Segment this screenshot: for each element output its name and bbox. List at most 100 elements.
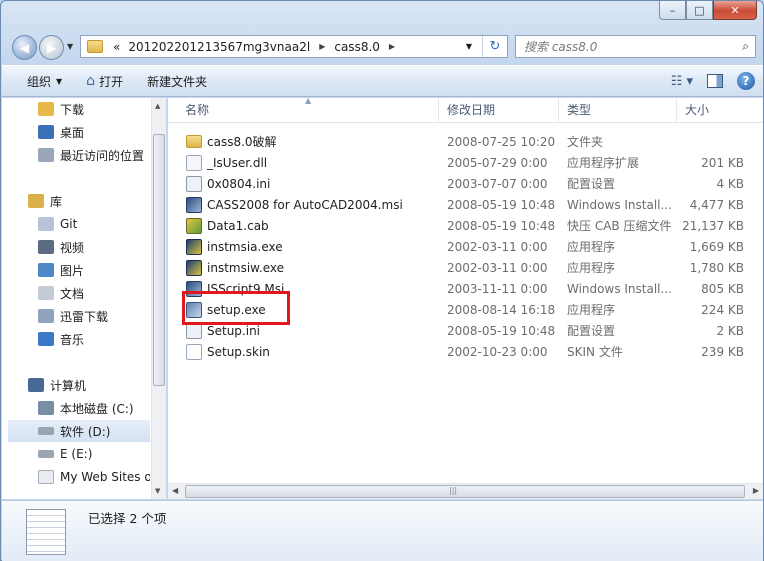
msi-file-icon (186, 196, 202, 213)
file-date: 2008-05-19 10:48 (447, 197, 556, 212)
nav-item-pictures[interactable]: 图片 (38, 259, 166, 281)
thunder-download-icon (38, 309, 54, 323)
nav-item-git[interactable]: Git (38, 213, 166, 235)
nav-item-drive-d[interactable]: 软件 (D:) (8, 420, 150, 442)
command-bar: 组织 ▼ ⌂ 打开 新建文件夹 ☷ ▾ ? (2, 65, 763, 97)
file-type: 应用程序 (567, 261, 616, 275)
nav-item-recent[interactable]: 最近访问的位置 (38, 144, 166, 166)
file-list: ▲ 名称 修改日期 类型 大小 cass8.0破解 2008-07-25 10:… (168, 98, 763, 499)
file-name: Setup.ini (207, 323, 261, 338)
nav-item-downloads[interactable]: 下载 (38, 98, 166, 120)
file-row[interactable]: setup.exe 2008-08-14 16:18 应用程序 224 KB (168, 299, 763, 320)
nav-item-label: 计算机 (50, 378, 87, 393)
file-row[interactable]: Data1.cab 2008-05-19 10:48 快压 CAB 压缩文件 2… (168, 215, 763, 236)
drive-icon (38, 427, 54, 435)
nav-item-desktop[interactable]: 桌面 (38, 121, 166, 143)
back-button[interactable]: ◀ (12, 35, 37, 60)
preview-pane-icon[interactable] (707, 74, 723, 88)
file-row[interactable]: instmsia.exe 2002-03-11 0:00 应用程序 1,669 … (168, 236, 763, 257)
file-row[interactable]: instmsiw.exe 2002-03-11 0:00 应用程序 1,780 … (168, 257, 763, 278)
nav-item-music[interactable]: 音乐 (38, 328, 166, 350)
file-date: 2005-07-29 0:00 (447, 155, 548, 170)
caption-buttons: – □ ✕ (659, 1, 757, 21)
horizontal-scrollbar[interactable]: ◀ ||| ▶ (168, 483, 763, 499)
nav-item-computer[interactable]: 计算机 (28, 374, 166, 396)
music-icon (38, 332, 54, 346)
scroll-down-icon[interactable]: ▼ (155, 487, 160, 495)
file-type: 应用程序 (567, 303, 616, 317)
nav-item-label: 文档 (60, 286, 85, 301)
search-icon[interactable]: ⌕ (742, 39, 749, 54)
address-dropdown[interactable]: ▼ (461, 36, 477, 57)
file-date: 2002-03-11 0:00 (447, 260, 548, 275)
file-size: 201 KB (701, 155, 744, 170)
file-date: 2008-08-14 16:18 (447, 302, 556, 317)
minimize-button[interactable]: – (659, 1, 686, 20)
file-date: 2008-07-25 10:20 (447, 134, 556, 149)
nav-item-videos[interactable]: 视频 (38, 236, 166, 258)
file-name: setup.exe (207, 302, 266, 317)
folder-icon (186, 135, 202, 148)
scroll-up-icon[interactable]: ▲ (155, 102, 160, 110)
breadcrumb-item[interactable]: cass8.0 (330, 40, 384, 54)
file-name: CASS2008 for AutoCAD2004.msi (207, 197, 403, 212)
column-size[interactable]: 大小 (677, 98, 763, 123)
refresh-icon[interactable]: ↻ (482, 36, 507, 57)
nav-item-thunder-downloads[interactable]: 迅雷下载 (38, 305, 166, 327)
maximize-button[interactable]: □ (686, 1, 713, 20)
file-row[interactable]: Setup.ini 2008-05-19 10:48 配置设置 2 KB (168, 320, 763, 341)
recent-places-icon (38, 148, 54, 162)
open-button[interactable]: ⌂ 打开 (74, 66, 135, 96)
close-button[interactable]: ✕ (713, 1, 757, 20)
address-bar[interactable]: « 201202201213567mg3vnaa2l ▶ cass8.0 ▶ ▼… (80, 35, 508, 58)
file-name: ISScript9.Msi (207, 281, 285, 296)
breadcrumb-overflow[interactable]: « (109, 40, 124, 54)
file-row[interactable]: Setup.skin 2002-10-23 0:00 SKIN 文件 239 K… (168, 341, 763, 362)
file-row[interactable]: ISScript9.Msi 2003-11-11 0:00 Windows In… (168, 278, 763, 299)
desktop-icon (38, 125, 54, 139)
scroll-left-icon[interactable]: ◀ (172, 486, 178, 495)
help-icon[interactable]: ? (737, 72, 755, 90)
new-folder-button[interactable]: 新建文件夹 (135, 66, 219, 96)
nav-item-drive-e[interactable]: E (E:) (38, 443, 166, 465)
file-row[interactable]: CASS2008 for AutoCAD2004.msi 2008-05-19 … (168, 194, 763, 215)
column-date[interactable]: 修改日期 (439, 98, 559, 123)
organize-button[interactable]: 组织 ▼ (2, 66, 74, 96)
forward-button[interactable]: ▶ (39, 35, 64, 60)
nav-item-label: 图片 (60, 263, 85, 278)
search-input[interactable]: 搜索 cass8.0 ⌕ (515, 35, 756, 58)
nav-item-libraries[interactable]: 库 (28, 190, 166, 212)
explorer-window: – □ ✕ ◀ ▶ ▼ « 201202201213567mg3vnaa2l ▶… (0, 0, 764, 561)
breadcrumb-separator[interactable]: ▶ (314, 42, 330, 51)
breadcrumb-separator[interactable]: ▶ (384, 42, 400, 51)
recent-pages-dropdown[interactable]: ▼ (67, 42, 73, 51)
nav-item-documents[interactable]: 文档 (38, 282, 166, 304)
file-type: 文件夹 (567, 135, 604, 149)
file-row[interactable]: cass8.0破解 2008-07-25 10:20 文件夹 (168, 131, 763, 152)
file-row[interactable]: 0x0804.ini 2003-07-07 0:00 配置设置 4 KB (168, 173, 763, 194)
arrow-left-icon: ◀ (19, 40, 30, 55)
file-row[interactable]: _IsUser.dll 2005-07-29 0:00 应用程序扩展 201 K… (168, 152, 763, 173)
nav-item-label: 本地磁盘 (C:) (60, 401, 134, 416)
change-view-icon[interactable]: ☷ ▾ (671, 74, 693, 89)
column-type[interactable]: 类型 (559, 98, 677, 123)
scroll-grip-icon: ||| (449, 486, 458, 495)
file-date: 2002-10-23 0:00 (447, 344, 548, 359)
nav-item-label: 迅雷下载 (60, 309, 109, 324)
nav-item-drive-c[interactable]: 本地磁盘 (C:) (38, 397, 166, 419)
setup-exe-icon (186, 301, 202, 318)
nav-scroll-thumb[interactable] (153, 134, 165, 386)
breadcrumb-item[interactable]: 201202201213567mg3vnaa2l (124, 40, 314, 54)
horizontal-scroll-thumb[interactable] (185, 485, 745, 498)
nav-pane-scrollbar[interactable]: ▲ ▼ (151, 98, 166, 499)
scroll-right-icon[interactable]: ▶ (753, 486, 759, 495)
sort-ascending-icon: ▲ (305, 98, 312, 105)
file-date: 2002-03-11 0:00 (447, 239, 548, 254)
file-name: Setup.skin (207, 344, 270, 359)
file-date: 2008-05-19 10:48 (447, 323, 556, 338)
file-type: 应用程序 (567, 240, 616, 254)
column-name[interactable]: 名称 (168, 98, 439, 123)
nav-item-my-web-sites[interactable]: My Web Sites o (38, 466, 150, 488)
file-type: SKIN 文件 (567, 345, 623, 359)
file-size: 805 KB (701, 281, 744, 296)
